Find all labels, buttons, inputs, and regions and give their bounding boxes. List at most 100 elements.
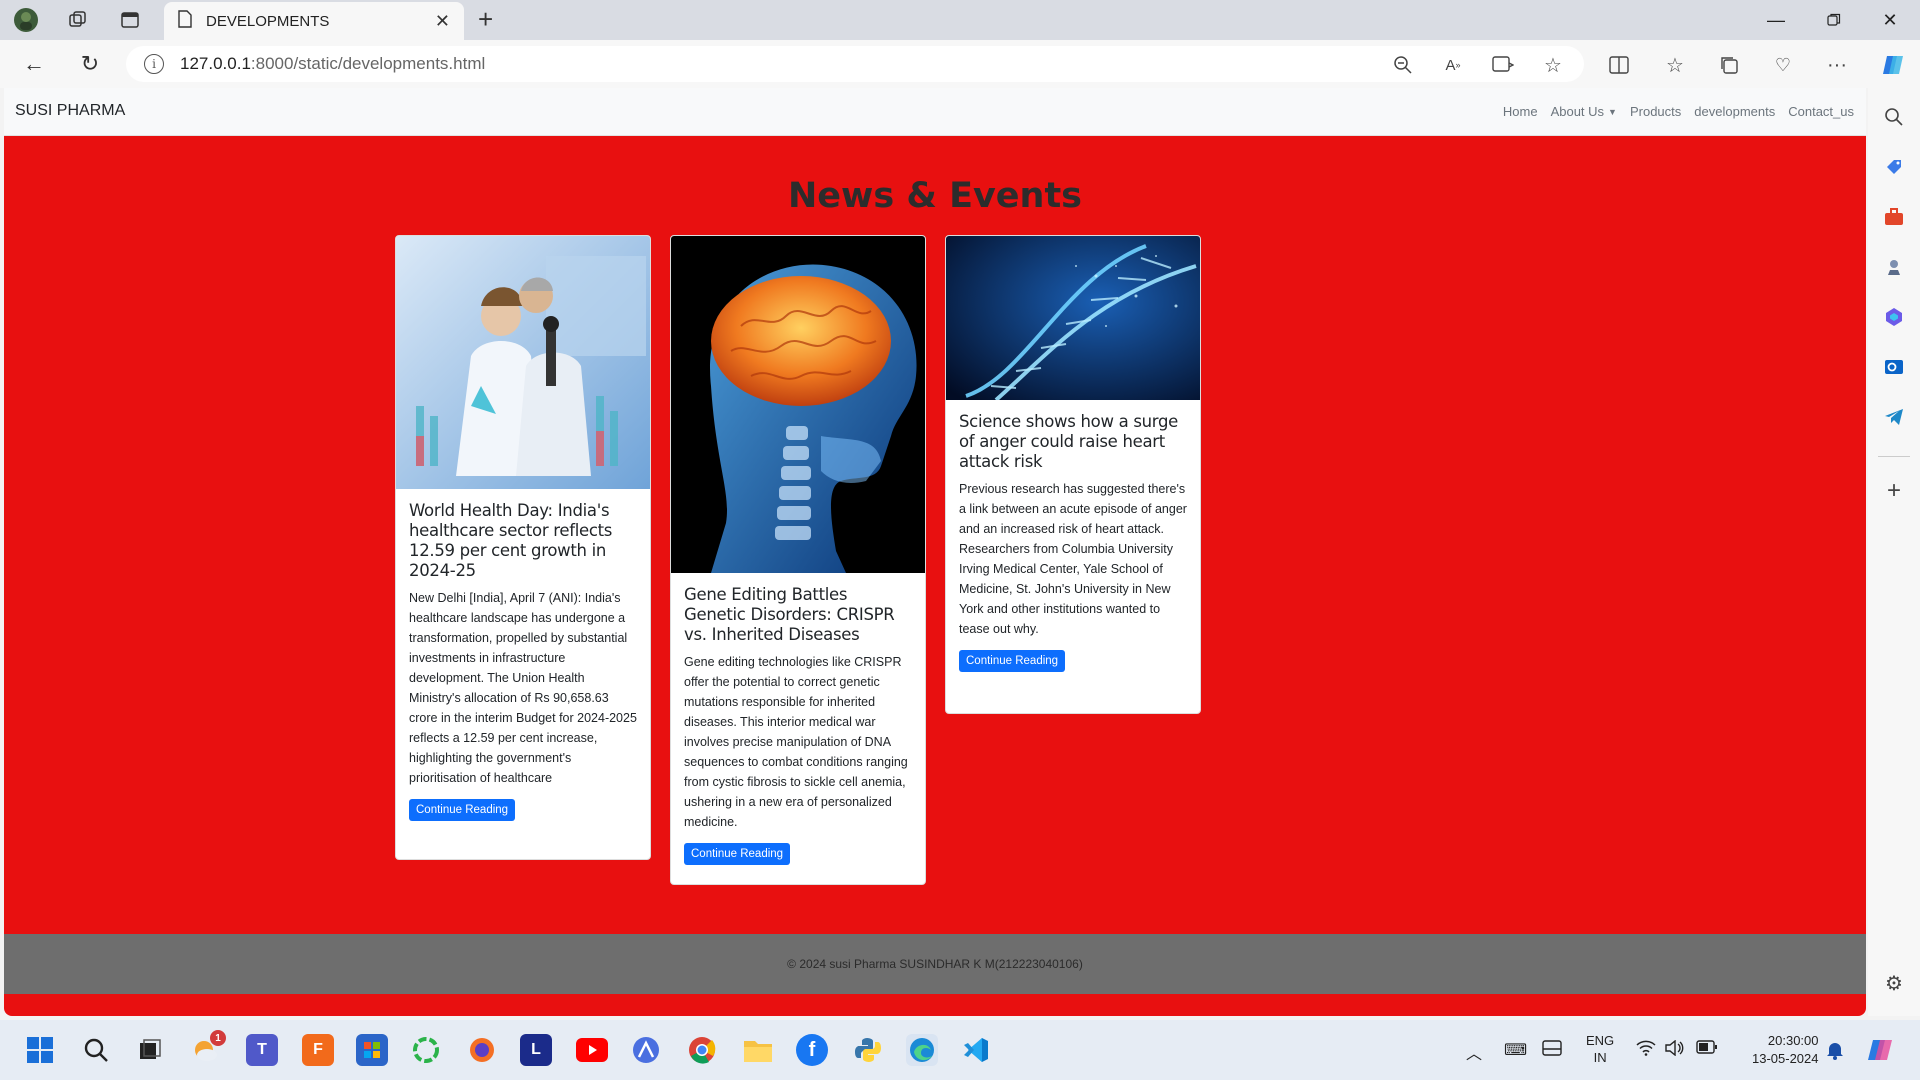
active-tab[interactable]: DEVELOPMENTS ✕ <box>164 2 464 40</box>
nav-about-label: About Us <box>1550 104 1605 119</box>
copilot-icon[interactable] <box>1880 52 1906 78</box>
card-body: Science shows how a surge of anger could… <box>946 400 1200 684</box>
nav-home[interactable]: Home <box>1503 104 1538 119</box>
edge-icon[interactable] <box>906 1034 938 1066</box>
edge-sidebar: + ⚙ <box>1868 88 1920 1016</box>
chrome-icon[interactable] <box>686 1034 718 1066</box>
url-path: :8000/static/developments.html <box>250 54 486 73</box>
search-icon[interactable] <box>1881 104 1907 130</box>
page-icon <box>178 9 192 33</box>
immersive-reader-icon[interactable] <box>1490 52 1516 78</box>
caret-down-icon: ▼ <box>1608 107 1617 117</box>
url-host: 127.0.0.1 <box>180 54 251 73</box>
search-icon[interactable] <box>80 1034 112 1066</box>
favorite-star-icon[interactable]: ☆ <box>1540 52 1566 78</box>
continue-reading-button[interactable]: Continue Reading <box>409 799 516 821</box>
firefox-icon[interactable] <box>466 1034 498 1066</box>
card-title: Science shows how a surge of anger could… <box>959 412 1179 471</box>
chevron-up-icon[interactable]: ︿ <box>1466 1040 1482 1064</box>
card-text: Gene editing technologies like CRISPR of… <box>684 655 908 829</box>
close-tab-icon[interactable]: ✕ <box>435 11 450 32</box>
l-app-icon[interactable]: L <box>520 1034 552 1066</box>
address-field[interactable]: i 127.0.0.1:8000/static/developments.htm… <box>126 46 1584 82</box>
collections-icon[interactable] <box>1716 52 1742 78</box>
nav-about-dropdown[interactable]: About Us ▼ <box>1551 104 1617 119</box>
file-explorer-icon[interactable] <box>742 1034 774 1066</box>
lang-bottom: IN <box>1593 1050 1607 1065</box>
games-icon[interactable] <box>1881 254 1907 280</box>
close-window-icon[interactable]: ✕ <box>1868 4 1912 36</box>
news-card: Gene Editing Battles Genetic Disorders: … <box>670 235 926 885</box>
microsoft-365-icon[interactable] <box>1881 304 1907 330</box>
card-title: Gene Editing Battles Genetic Disorders: … <box>684 585 895 644</box>
arc-icon[interactable] <box>630 1034 662 1066</box>
start-icon[interactable] <box>24 1034 56 1066</box>
volume-icon[interactable] <box>1664 1039 1684 1061</box>
continue-reading-button[interactable]: Continue Reading <box>684 843 791 865</box>
youtube-icon[interactable] <box>576 1034 608 1066</box>
language-indicator[interactable]: ENG IN <box>1586 1032 1614 1066</box>
keyboard-icon[interactable]: ⌨ <box>1504 1040 1527 1060</box>
teams-icon[interactable]: T <box>246 1034 278 1066</box>
copilot-taskbar-icon[interactable] <box>1866 1036 1894 1069</box>
nav-products[interactable]: Products <box>1630 104 1681 119</box>
lab-scientists-image <box>396 236 650 489</box>
workspaces-icon[interactable] <box>64 6 92 34</box>
site-brand[interactable]: SUSI PHARMA <box>15 102 125 120</box>
notification-bell-icon[interactable] <box>1826 1040 1844 1065</box>
favorites-icon[interactable]: ☆ <box>1662 52 1688 78</box>
system-clock[interactable]: 20:30:00 13-05-2024 <box>1752 1032 1819 1068</box>
back-icon[interactable]: ← <box>18 48 50 80</box>
news-card: World Health Day: India's healthcare sec… <box>395 235 651 860</box>
tab-title: DEVELOPMENTS <box>206 12 330 30</box>
continue-reading-button[interactable]: Continue Reading <box>959 650 1066 672</box>
restore-icon[interactable] <box>1812 4 1856 36</box>
read-aloud-icon[interactable]: A» <box>1440 52 1466 78</box>
app-ring-icon[interactable] <box>410 1034 442 1066</box>
minimize-icon[interactable]: — <box>1754 4 1798 36</box>
outlook-icon[interactable] <box>1881 354 1907 380</box>
python-icon[interactable] <box>852 1034 884 1066</box>
nav-links: Home About Us ▼ Products developments Con… <box>1503 104 1854 119</box>
refresh-icon[interactable]: ↻ <box>74 48 106 80</box>
telegram-icon[interactable] <box>1881 404 1907 430</box>
browser-title-bar: DEVELOPMENTS ✕ + — ✕ <box>0 0 1920 40</box>
tab-actions-icon[interactable] <box>116 6 144 34</box>
clock-date: 13-05-2024 <box>1752 1051 1819 1066</box>
task-view-icon[interactable] <box>134 1034 166 1066</box>
add-icon[interactable]: + <box>1881 477 1907 504</box>
facebook-icon[interactable]: f <box>796 1034 828 1066</box>
browser-essentials-icon[interactable]: ♡ <box>1770 52 1796 78</box>
card-body: World Health Day: India's healthcare sec… <box>396 489 650 833</box>
nav-developments[interactable]: developments <box>1694 104 1775 119</box>
info-icon[interactable]: i <box>144 54 164 74</box>
settings-icon[interactable]: ⚙ <box>1881 970 1907 996</box>
card-title: World Health Day: India's healthcare sec… <box>409 501 613 580</box>
site-footer: © 2024 susi Pharma SUSINDHAR K M(2122230… <box>4 934 1866 994</box>
vscode-icon[interactable] <box>960 1034 992 1066</box>
weather-icon[interactable]: 1 <box>190 1030 226 1066</box>
dna-helix-image <box>946 236 1200 400</box>
display-icon[interactable] <box>1542 1040 1562 1061</box>
windows-taskbar: 1 T F L f ︿ ⌨ ENG IN 20:30:00 13-05-2024 <box>0 1020 1920 1080</box>
wifi-icon[interactable] <box>1636 1040 1656 1061</box>
store-icon[interactable] <box>356 1034 388 1066</box>
shopping-tag-icon[interactable] <box>1881 154 1907 180</box>
page-title: News & Events <box>787 176 1083 216</box>
tools-icon[interactable] <box>1881 204 1907 230</box>
lang-top: ENG <box>1586 1033 1615 1048</box>
card-text: New Delhi [India], April 7 (ANI): India'… <box>409 591 637 785</box>
zoom-icon[interactable] <box>1390 52 1416 78</box>
split-screen-icon[interactable] <box>1606 52 1632 78</box>
nav-contact[interactable]: Contact_us <box>1788 104 1854 119</box>
battery-icon[interactable] <box>1696 1040 1718 1059</box>
card-text: Previous research has suggested there's … <box>959 482 1187 636</box>
card-body: Gene Editing Battles Genetic Disorders: … <box>671 573 925 877</box>
fusion-icon[interactable]: F <box>302 1034 334 1066</box>
profile-avatar-icon[interactable] <box>12 6 40 34</box>
notification-badge: 1 <box>210 1030 226 1046</box>
address-toolbar: ← ↻ i 127.0.0.1:8000/static/developments… <box>0 40 1920 88</box>
more-icon[interactable]: ··· <box>1824 52 1850 78</box>
new-tab-icon[interactable]: + <box>478 4 493 34</box>
brain-xray-image <box>671 236 925 573</box>
